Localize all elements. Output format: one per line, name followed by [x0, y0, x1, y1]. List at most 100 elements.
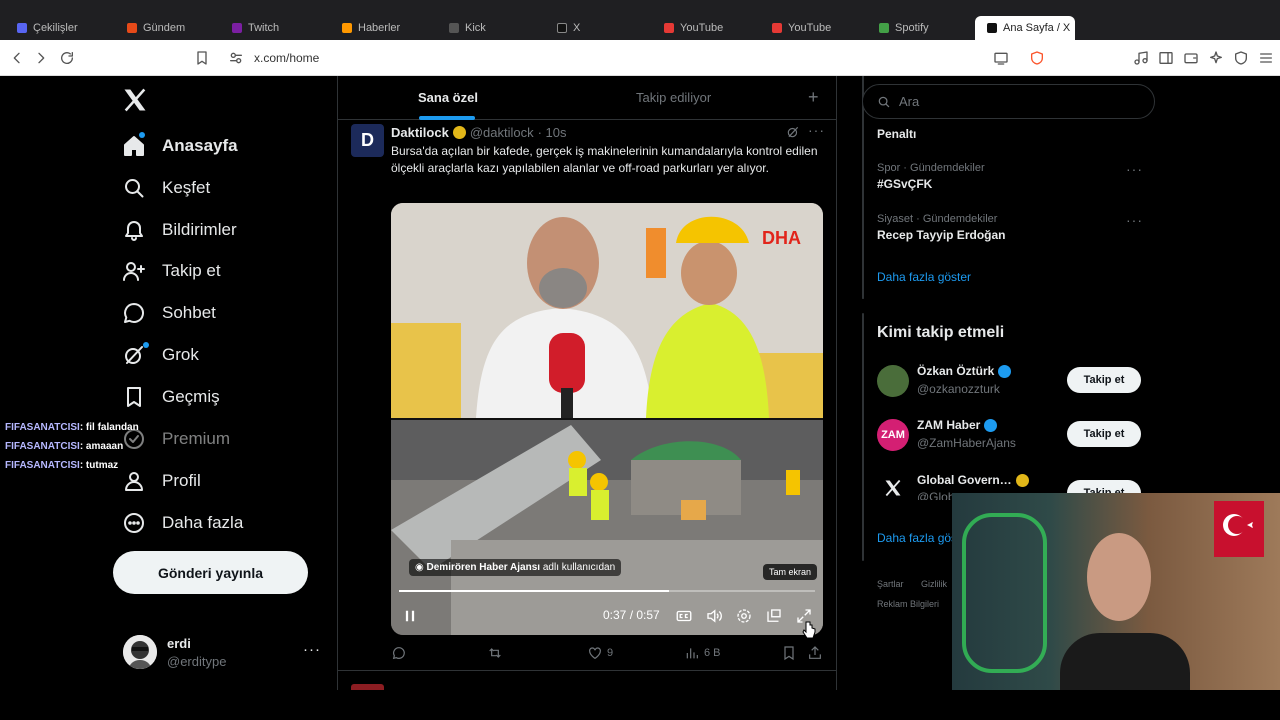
nav-chat[interactable]: Sohbet [122, 298, 216, 328]
views-button[interactable]: 6 B [684, 645, 721, 661]
music-icon[interactable] [1131, 48, 1151, 68]
vpn-icon[interactable] [1231, 48, 1251, 68]
follow-icon [123, 262, 145, 281]
pause-icon[interactable] [401, 607, 419, 625]
x-logo-icon [877, 472, 909, 500]
footer-link[interactable]: Gizlilik [921, 579, 947, 589]
reply-button[interactable] [391, 645, 407, 661]
feed-tabs: Sana özel Takip ediliyor + [338, 76, 836, 120]
grok-analyze-icon[interactable] [786, 125, 800, 139]
browser-tab[interactable]: YouTube [760, 16, 865, 40]
brave-shield-icon[interactable] [1027, 48, 1047, 68]
footer-link[interactable]: Şartlar [877, 579, 904, 589]
browser-tab[interactable]: X [545, 16, 650, 40]
x-logo-icon[interactable] [121, 86, 149, 114]
sidebar-toggle-icon[interactable] [1156, 48, 1176, 68]
bookmark-page-icon[interactable] [192, 48, 212, 68]
divider [337, 670, 837, 671]
suggested-account[interactable]: Özkan Öztürk @ozkanozzturk Takip et [877, 361, 1141, 401]
bottom-black-bar [0, 690, 1280, 720]
follow-button[interactable]: Takip et [1067, 421, 1141, 447]
footer-link[interactable]: Reklam Bilgileri [877, 599, 939, 609]
nav-label: Keşfet [162, 178, 211, 197]
fullscreen-tooltip: Tam ekran [763, 564, 818, 580]
trend-more-icon[interactable]: ··· [1126, 212, 1143, 228]
search-icon [125, 179, 144, 198]
tweet-time[interactable]: · 10s [538, 125, 567, 140]
nav-profile[interactable]: Profil [122, 466, 201, 496]
account-handle: @erditype [167, 654, 227, 669]
post-button[interactable]: Gönderi yayınla [113, 551, 308, 594]
browser-tab-strip: Çekilişler Gündem Twitch Haberler Kick X… [0, 0, 1280, 40]
site-info-icon[interactable] [226, 48, 246, 68]
cast-icon[interactable] [991, 48, 1011, 68]
browser-tab[interactable]: Spotify [867, 16, 972, 40]
captions-icon[interactable] [675, 607, 693, 625]
trend-category: Spor · Gündemdekiler [877, 162, 985, 174]
bookmark-button[interactable] [781, 645, 797, 661]
tab-following[interactable]: Takip ediliyor [636, 90, 711, 105]
browser-tab[interactable]: Twitch [220, 16, 325, 40]
view-count: 6 B [704, 647, 721, 659]
tweet-avatar[interactable]: D [351, 124, 384, 157]
picture-in-picture-icon[interactable] [765, 607, 783, 625]
browser-tab[interactable]: Gündem [115, 16, 220, 40]
follow-button[interactable]: Takip et [1067, 367, 1141, 393]
trend-item[interactable]: Spor · Gündemdekiler #GSvÇFK [877, 162, 985, 191]
reload-icon[interactable] [57, 48, 77, 68]
tab-favicon-icon [987, 23, 997, 33]
share-button[interactable] [807, 645, 823, 661]
forward-icon[interactable] [31, 48, 51, 68]
browser-tab[interactable]: YouTube [652, 16, 757, 40]
show-more-link[interactable]: Daha fazla göster [877, 270, 971, 284]
retweet-button[interactable] [487, 645, 503, 661]
trend-more-icon[interactable]: ··· [1126, 161, 1143, 177]
add-feed-icon[interactable]: + [808, 87, 819, 108]
tweet-handle[interactable]: @daktilock [470, 125, 534, 140]
account-switcher[interactable]: erdi @erditype ··· [123, 635, 323, 673]
nav-bookmarks[interactable]: Geçmiş [122, 382, 220, 412]
nav-follow[interactable]: Takip et [122, 256, 221, 286]
address-bar[interactable]: x.com/home [254, 51, 319, 65]
tab-for-you[interactable]: Sana özel [418, 90, 478, 105]
volume-icon[interactable] [705, 607, 723, 625]
avatar: ZAM [877, 419, 909, 451]
profile-icon [125, 472, 143, 491]
video-player[interactable]: DHA ◉ Demirören Haber Ajansı adlı kullan… [391, 203, 823, 635]
nav-explore[interactable]: Keşfet [122, 173, 210, 203]
leo-ai-icon[interactable] [1206, 48, 1226, 68]
notification-dot [139, 132, 145, 138]
browser-tab[interactable]: Haberler [330, 16, 435, 40]
show-more-link[interactable]: Daha fazla gös [877, 531, 957, 545]
trend-item[interactable]: Siyaset · Gündemdekiler Recep Tayyip Erd… [877, 213, 1005, 242]
browser-tab[interactable]: Kick [437, 16, 542, 40]
trend-item[interactable]: Penaltı [877, 124, 916, 141]
who-to-follow-card [862, 313, 864, 561]
suggested-account[interactable]: ZAM ZAM Haber @ZamHaberAjans Takip et [877, 415, 1141, 455]
nav-more[interactable]: Daha fazla [122, 508, 243, 538]
wallet-icon[interactable] [1181, 48, 1201, 68]
video-progress-bar[interactable] [399, 590, 815, 592]
nav-grok[interactable]: Grok [122, 340, 199, 370]
settings-gear-icon[interactable] [735, 607, 753, 625]
more-dots-icon[interactable]: ··· [303, 641, 321, 658]
search-input[interactable]: Ara [862, 84, 1155, 119]
nav-label: Anasayfa [162, 136, 238, 155]
chat-message: FIFASANATCISI: amaaan [5, 441, 124, 452]
browser-tab-active[interactable]: Ana Sayfa / X [975, 16, 1075, 40]
views-icon [686, 648, 698, 659]
account-handle: @ozkanozzturk [917, 382, 1000, 396]
browser-tab[interactable]: Çekilişler [5, 16, 110, 40]
footer-links: Şartlar Gizlilik [877, 579, 947, 589]
account-name: erdi [167, 636, 191, 651]
like-button[interactable]: 9 [587, 645, 613, 661]
tab-favicon-icon [664, 23, 674, 33]
video-controls: 0:37 / 0:57 [391, 601, 823, 631]
tweet-author[interactable]: Daktilock [391, 125, 449, 140]
tweet-more-icon[interactable]: ··· [808, 122, 825, 138]
streamer-body [1060, 633, 1190, 690]
menu-icon[interactable] [1256, 48, 1276, 68]
nav-notifications[interactable]: Bildirimler [122, 215, 237, 245]
nav-label: Takip et [162, 261, 221, 280]
back-icon[interactable] [7, 48, 27, 68]
